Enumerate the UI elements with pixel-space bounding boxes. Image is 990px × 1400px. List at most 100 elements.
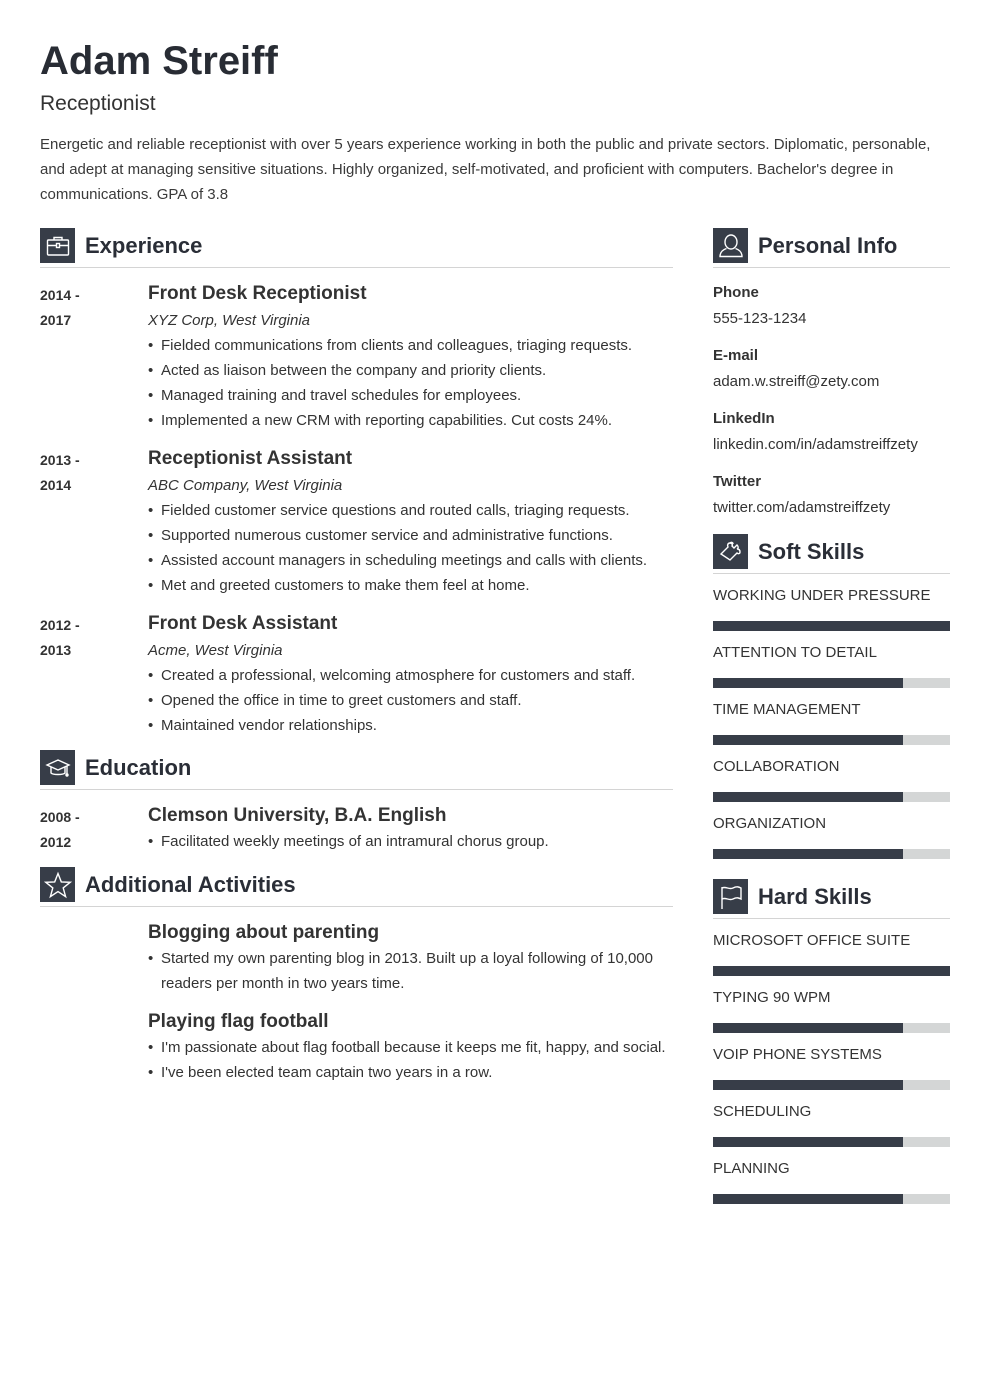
date-end: 2012 — [40, 834, 72, 850]
skill-name: ATTENTION TO DETAIL — [713, 644, 877, 661]
entry-dates: 2008 - 2012 — [40, 803, 148, 855]
entry-body: Blogging about parenting Started my own p… — [148, 920, 673, 996]
date-start: 2013 - — [40, 452, 80, 468]
activities-header: Additional Activities — [40, 867, 673, 902]
bullet-item: Supported numerous customer service and … — [148, 523, 673, 548]
skill-name: TIME MANAGEMENT — [713, 701, 861, 718]
personal-info-items: Phone 555-123-1234 E-mail adam.w.streiff@ze… — [713, 280, 950, 520]
skill-name: MICROSOFT OFFICE SUITE — [713, 932, 911, 949]
date-start: 2008 - — [40, 809, 80, 825]
hard-skills-items: MICROSOFT OFFICE SUITE TYPING 90 WPM VOIP … — [713, 931, 950, 1204]
info-label: E-mail — [713, 347, 759, 364]
bullet-item: Fielded communications from clients and … — [148, 333, 673, 358]
bullet-item: Facilitated weekly meetings of an intram… — [148, 829, 673, 854]
skill-name: COLLABORATION — [713, 758, 840, 775]
bullet-list: Created a professional, welcoming atmosp… — [148, 663, 673, 738]
education-heading: Education — [85, 754, 192, 780]
info-label: LinkedIn — [713, 410, 775, 427]
entry-dates: 2014 - 2017 — [40, 281, 148, 433]
entry: 2012 - 2013 Front Desk Assistant Acme, West… — [40, 611, 673, 738]
hard-skills-heading: Hard Skills — [758, 883, 872, 909]
skill-name: VOIP PHONE SYSTEMS — [713, 1046, 882, 1063]
skill-level-bar — [713, 1137, 950, 1147]
bullet-item: Maintained vendor relationships. — [148, 713, 673, 738]
candidate-name: Adam Streiff — [40, 39, 278, 83]
skill-level-fill — [713, 792, 903, 802]
star-icon — [40, 867, 75, 902]
date-end: 2014 — [40, 477, 72, 493]
skill-level-bar — [713, 849, 950, 859]
skill-level-bar — [713, 966, 950, 976]
date-end: 2017 — [40, 312, 72, 328]
divider — [40, 785, 673, 790]
personal-info-section: Personal Info Phone 555-123-1234 E-mail ada… — [713, 228, 950, 520]
entry-dates: 2012 - 2013 — [40, 611, 148, 738]
activities-entries: Blogging about parenting Started my own p… — [40, 920, 673, 1085]
divider — [713, 569, 950, 574]
education-header: Education — [40, 750, 673, 785]
skill-name: ORGANIZATION — [713, 815, 827, 832]
skill-level-fill — [713, 678, 903, 688]
skill-level-bar — [713, 1194, 950, 1204]
bullet-item: Created a professional, welcoming atmosp… — [148, 663, 673, 688]
bullet-item: Managed training and travel schedules fo… — [148, 383, 673, 408]
entry-company: Acme, West Virginia — [148, 642, 283, 659]
skill-level-bar — [713, 792, 950, 802]
skill-level-fill — [713, 621, 950, 631]
bullet-list: I'm passionate about flag football becau… — [148, 1035, 673, 1085]
puzzle-icon — [713, 534, 748, 569]
bullet-item: Started my own parenting blog in 2013. B… — [148, 946, 673, 996]
skill-level-bar — [713, 621, 950, 631]
date-end: 2013 — [40, 642, 72, 658]
info-value: twitter.com/adamstreiffzety — [713, 499, 891, 516]
skill-level-bar — [713, 678, 950, 688]
soft-skills-header: Soft Skills — [713, 534, 950, 569]
entry-title: Playing flag football — [148, 1011, 329, 1032]
entry-title: Front Desk Assistant — [148, 613, 338, 634]
soft-skills-items: WORKING UNDER PRESSURE ATTENTION TO DETAI… — [713, 586, 950, 859]
skill-level-fill — [713, 849, 903, 859]
bullet-item: Implemented a new CRM with reporting cap… — [148, 408, 673, 433]
bullet-list: Facilitated weekly meetings of an intram… — [148, 829, 673, 854]
flag-icon — [713, 879, 748, 914]
info-label: Phone — [713, 284, 759, 301]
entry-company: XYZ Corp, West Virginia — [148, 312, 311, 329]
divider — [713, 914, 950, 919]
experience-header: Experience — [40, 228, 673, 263]
hard-skills-section: Hard Skills MICROSOFT OFFICE SUITE TYPING… — [713, 879, 950, 1204]
bullet-list: Fielded communications from clients and … — [148, 333, 673, 433]
entry-title: Front Desk Receptionist — [148, 283, 367, 304]
entry-title: Clemson University, B.A. English — [148, 805, 447, 826]
graduation-cap-icon — [40, 750, 75, 785]
entry-body: Clemson University, B.A. English Facilita… — [148, 803, 673, 855]
date-start: 2012 - — [40, 617, 80, 633]
left-column: Experience 2014 - 2017 Front Desk Receptio… — [40, 228, 673, 1085]
right-column: Personal Info Phone 555-123-1234 E-mail ada… — [713, 228, 950, 1204]
skill-name: TYPING 90 WPM — [713, 989, 831, 1006]
entry-title: Receptionist Assistant — [148, 448, 353, 469]
soft-skills-heading: Soft Skills — [758, 538, 865, 564]
skill-name: WORKING UNDER PRESSURE — [713, 587, 931, 604]
entry-title: Blogging about parenting — [148, 922, 380, 943]
skill-level-fill — [713, 1080, 903, 1090]
divider — [713, 263, 950, 268]
info-value: linkedin.com/in/adamstreiffzety — [713, 436, 918, 453]
briefcase-icon — [40, 228, 75, 263]
bullet-list: Started my own parenting blog in 2013. B… — [148, 946, 673, 996]
experience-entries: 2014 - 2017 Front Desk Receptionist XYZ Cor… — [40, 281, 673, 738]
skill-level-bar — [713, 1023, 950, 1033]
hard-skills-header: Hard Skills — [713, 879, 950, 914]
activities-section: Additional Activities Blogging about par… — [40, 867, 673, 1085]
education-section: Education 2008 - 2012 Clemson University, … — [40, 750, 673, 855]
entry: 2013 - 2014 Receptionist Assistant ABC Comp… — [40, 446, 673, 598]
entry-dates — [40, 920, 148, 996]
bullet-item: Opened the office in time to greet custo… — [148, 688, 673, 713]
job-title: Receptionist — [40, 92, 156, 115]
entry-company: ABC Company, West Virginia — [148, 477, 343, 494]
bullet-item: I'm passionate about flag football becau… — [148, 1035, 673, 1060]
bullet-item: Acted as liaison between the company and… — [148, 358, 673, 383]
bullet-item: Assisted account managers in scheduling … — [148, 548, 673, 573]
bullet-item: Met and greeted customers to make them f… — [148, 573, 673, 598]
skill-level-fill — [713, 1137, 903, 1147]
activities-heading: Additional Activities — [85, 871, 296, 897]
